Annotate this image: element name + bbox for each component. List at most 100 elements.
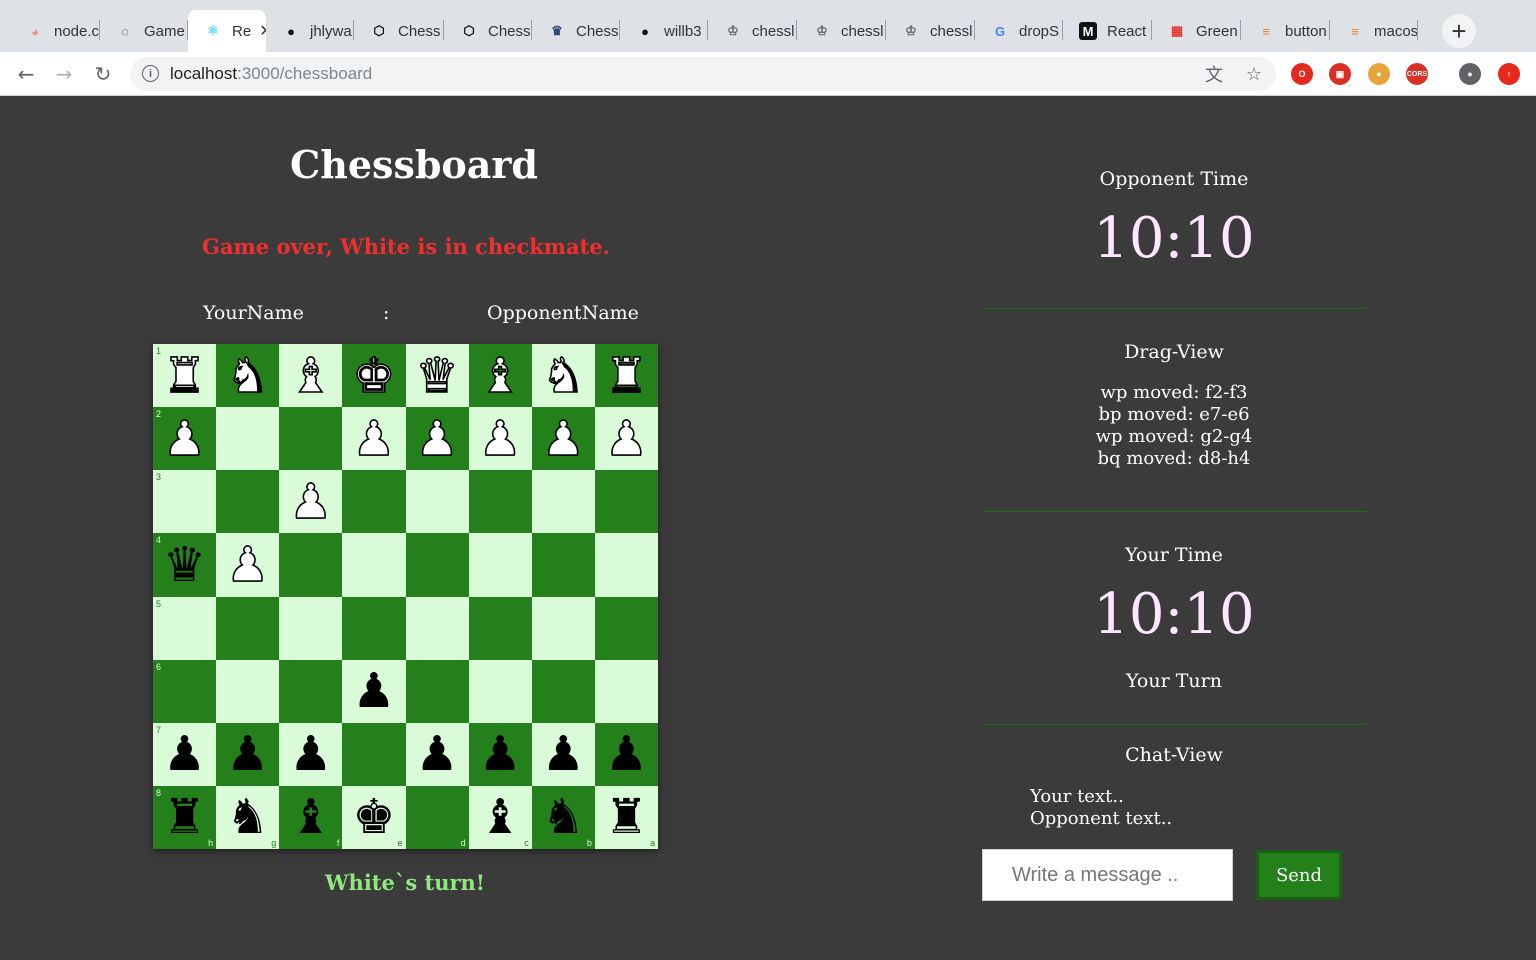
white-pawn-icon[interactable]: ♟ (279, 470, 342, 533)
board-square[interactable]: c ♝ (468, 785, 532, 849)
browser-tab[interactable]: ≡ macos (1330, 10, 1418, 52)
board-square[interactable] (216, 659, 280, 723)
black-pawn-icon[interactable]: ♟ (279, 723, 342, 786)
board-square[interactable] (216, 470, 280, 534)
browser-tab[interactable]: ⚛ Re ✕ (188, 10, 266, 52)
browser-tab[interactable]: ⬡ Chess (354, 10, 444, 52)
board-square[interactable] (468, 659, 532, 723)
board-square[interactable]: ♚ (342, 344, 406, 408)
browser-tab[interactable]: GdropS (975, 10, 1063, 52)
board-square[interactable]: 4 ♛ (153, 533, 217, 597)
address-bar[interactable]: i localhost:3000/chessboard 文 ☆ (130, 57, 1276, 91)
browser-tab[interactable]: ◌ Game (100, 10, 188, 52)
board-square[interactable]: 2 ♟ (153, 407, 217, 471)
board-square[interactable]: ♟ (405, 407, 469, 471)
board-square[interactable]: e ♚ (342, 785, 406, 849)
browser-tab[interactable]: ● jhlywa (266, 10, 354, 52)
white-bishop-icon[interactable]: ♝ (469, 344, 532, 407)
black-knight-icon[interactable]: ♞ (216, 786, 279, 849)
board-square[interactable] (594, 533, 658, 597)
board-square[interactable] (405, 533, 469, 597)
close-tab-icon[interactable]: ✕ (259, 21, 266, 41)
back-icon[interactable]: ← (13, 61, 39, 87)
white-pawn-icon[interactable]: ♟ (216, 533, 279, 596)
board-square[interactable]: 5 (153, 596, 217, 660)
browser-tab[interactable]: ● willb3 (620, 10, 708, 52)
white-queen-icon[interactable]: ♛ (406, 344, 469, 407)
board-square[interactable] (531, 533, 595, 597)
board-square[interactable]: 1 ♜ (153, 344, 217, 408)
white-pawn-icon[interactable]: ♟ (532, 407, 595, 470)
board-square[interactable] (405, 596, 469, 660)
bookmark-star-icon[interactable]: ☆ (1242, 62, 1266, 86)
board-square[interactable]: b ♞ (531, 785, 595, 849)
black-rook-icon[interactable]: ♜ (595, 786, 658, 849)
board-square[interactable]: ♟ (279, 470, 343, 534)
board-square[interactable] (594, 596, 658, 660)
board-square[interactable]: f ♝ (279, 785, 343, 849)
send-button[interactable]: Send (1256, 850, 1342, 900)
board-square[interactable]: 3 (153, 470, 217, 534)
black-pawn-icon[interactable]: ♟ (406, 723, 469, 786)
board-square[interactable]: 8 h ♜ (153, 785, 217, 849)
board-square[interactable] (531, 596, 595, 660)
board-square[interactable] (468, 596, 532, 660)
board-square[interactable] (342, 596, 406, 660)
black-pawn-icon[interactable]: ♟ (153, 723, 216, 786)
board-square[interactable]: ♟ (594, 407, 658, 471)
browser-tab[interactable]: M React (1063, 10, 1152, 52)
browser-tab[interactable]: ≡ button (1241, 10, 1330, 52)
board-square[interactable]: ♝ (468, 344, 532, 408)
board-square[interactable]: 7 ♟ (153, 722, 217, 786)
black-knight-icon[interactable]: ♞ (532, 786, 595, 849)
board-square[interactable]: ♟ (531, 407, 595, 471)
white-pawn-icon[interactable]: ♟ (153, 407, 216, 470)
board-square[interactable] (279, 407, 343, 471)
board-square[interactable] (279, 659, 343, 723)
white-bishop-icon[interactable]: ♝ (279, 344, 342, 407)
board-square[interactable] (405, 659, 469, 723)
board-square[interactable]: ♟ (216, 722, 280, 786)
black-bishop-icon[interactable]: ♝ (279, 786, 342, 849)
opera-ext-icon[interactable]: O (1291, 63, 1313, 85)
board-square[interactable] (531, 659, 595, 723)
black-pawn-icon[interactable]: ♟ (469, 723, 532, 786)
black-pawn-icon[interactable]: ♟ (342, 660, 405, 723)
account-icon[interactable]: ● (1459, 63, 1481, 85)
browser-tab[interactable]: ♛ Chess (532, 10, 620, 52)
board-square[interactable] (594, 659, 658, 723)
board-square[interactable] (342, 533, 406, 597)
board-square[interactable]: 6 (153, 659, 217, 723)
white-pawn-icon[interactable]: ♟ (406, 407, 469, 470)
cookie-ext-icon[interactable]: ● (1368, 63, 1390, 85)
black-bishop-icon[interactable]: ♝ (469, 786, 532, 849)
browser-tab[interactable]: ♔ chessl (797, 10, 886, 52)
board-square[interactable]: ♟ (342, 407, 406, 471)
white-rook-icon[interactable]: ♜ (595, 344, 658, 407)
translate-icon[interactable]: 文 (1202, 62, 1226, 86)
browser-tab[interactable]: ◕ node.c (10, 10, 100, 52)
browser-tab[interactable]: ▦ Green (1152, 10, 1241, 52)
update-icon[interactable]: ↑ (1498, 63, 1520, 85)
browser-tab[interactable]: ⬡ Chess (444, 10, 532, 52)
black-pawn-icon[interactable]: ♟ (532, 723, 595, 786)
url-text[interactable]: localhost:3000/chessboard (170, 64, 372, 84)
board-square[interactable] (405, 470, 469, 534)
board-square[interactable]: a ♜ (594, 785, 658, 849)
white-pawn-icon[interactable]: ♟ (469, 407, 532, 470)
board-square[interactable]: ♟ (468, 722, 532, 786)
board-square[interactable]: ♞ (216, 344, 280, 408)
board-square[interactable]: ♟ (531, 722, 595, 786)
black-queen-icon[interactable]: ♛ (153, 533, 216, 596)
board-square[interactable] (468, 470, 532, 534)
white-king-icon[interactable]: ♚ (342, 344, 405, 407)
white-knight-icon[interactable]: ♞ (532, 344, 595, 407)
board-square[interactable]: ♛ (405, 344, 469, 408)
board-square[interactable] (342, 470, 406, 534)
board-square[interactable] (279, 533, 343, 597)
black-pawn-icon[interactable]: ♟ (216, 723, 279, 786)
board-square[interactable]: ♟ (279, 722, 343, 786)
browser-tab[interactable]: ♔ chessl (708, 10, 797, 52)
white-knight-icon[interactable]: ♞ (216, 344, 279, 407)
board-square[interactable]: ♟ (468, 407, 532, 471)
